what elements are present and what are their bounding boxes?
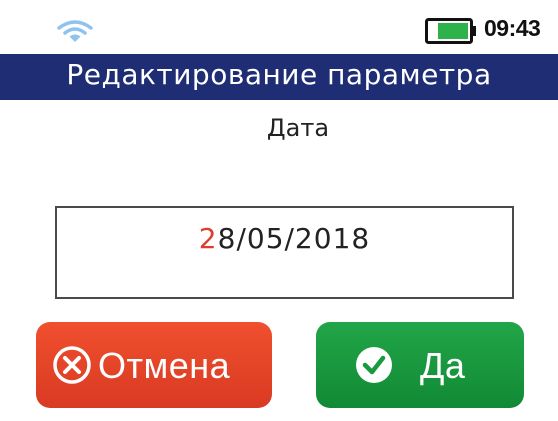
parameter-name: Дата xyxy=(266,114,330,142)
cancel-button-label: Отмена xyxy=(98,345,231,386)
cancel-x-icon xyxy=(53,346,91,384)
status-bar: 09:43 xyxy=(0,0,558,54)
cancel-button[interactable]: Отмена xyxy=(36,322,272,408)
date-value: 28/05/2018 xyxy=(57,222,512,255)
ok-button[interactable]: Да xyxy=(316,322,524,408)
date-value-rest: 8/05/2018 xyxy=(217,222,371,255)
date-input[interactable]: 28/05/2018 xyxy=(55,206,514,299)
battery-icon xyxy=(425,18,476,44)
status-time: 09:43 xyxy=(484,15,541,41)
header-bar: Редактирование параметра xyxy=(0,54,558,100)
wifi-icon xyxy=(57,20,93,42)
check-circle-icon xyxy=(356,347,392,383)
page-title: Редактирование параметра xyxy=(66,58,492,91)
ok-button-label: Да xyxy=(420,345,466,386)
date-cursor-digit: 2 xyxy=(198,222,218,255)
